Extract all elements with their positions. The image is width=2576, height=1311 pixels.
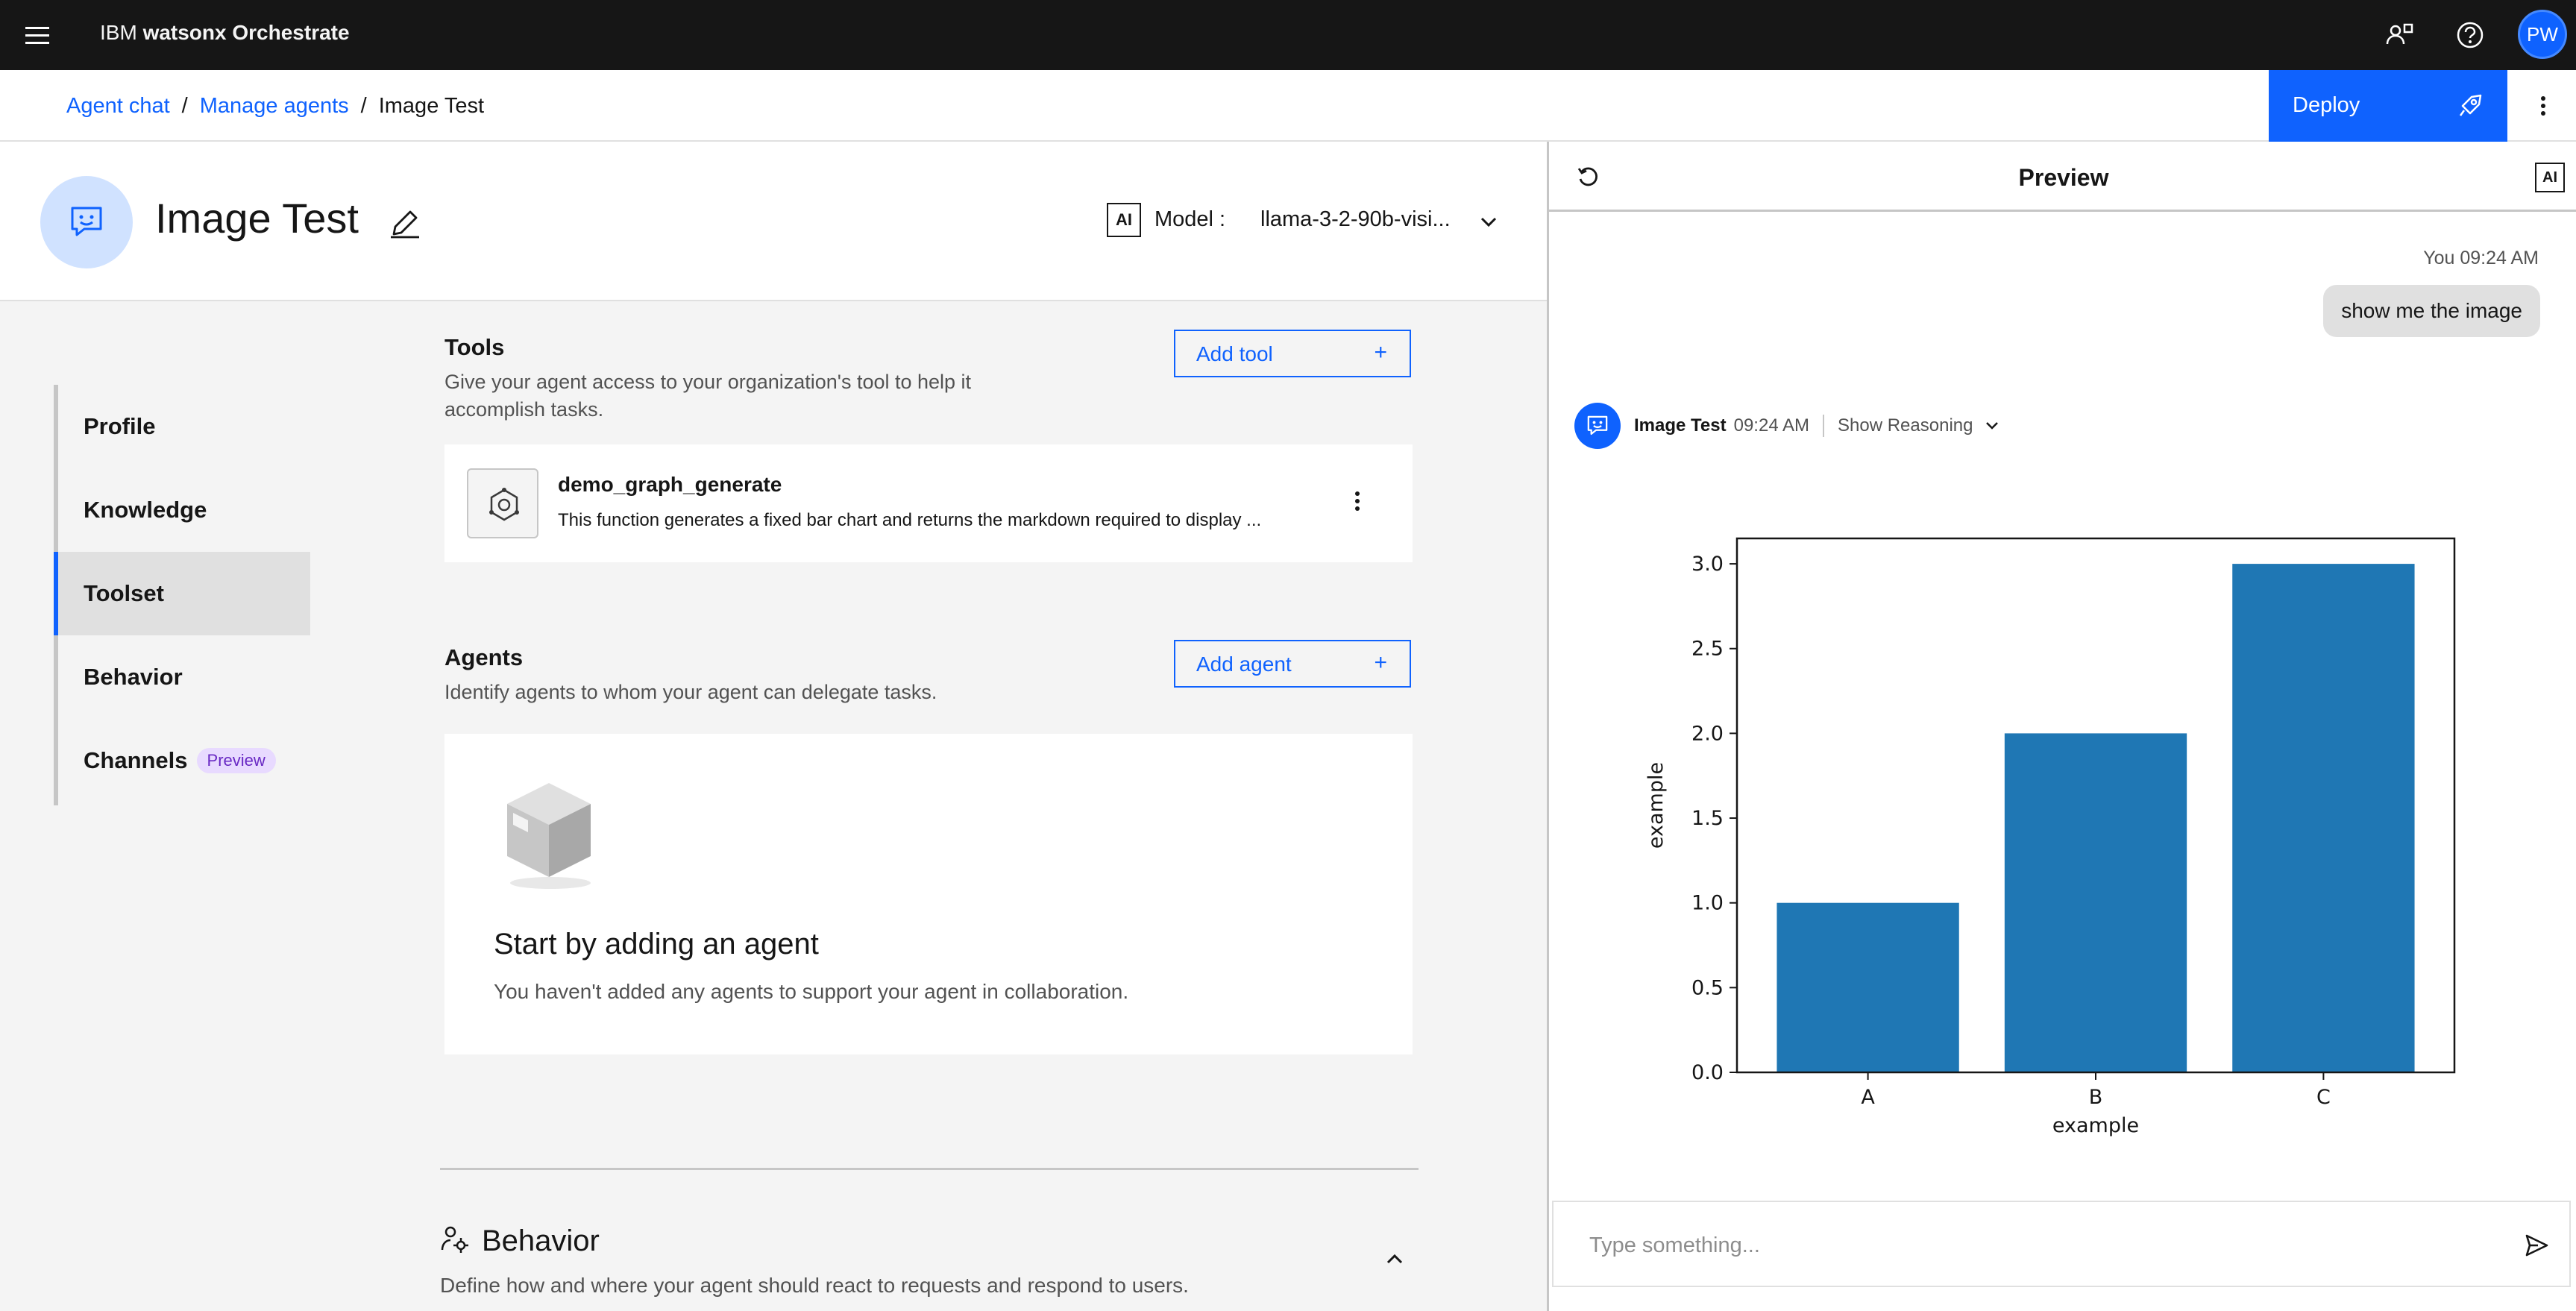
empty-box-icon xyxy=(503,779,595,890)
agents-empty-state: Start by adding an agent You haven't add… xyxy=(444,734,1413,1054)
tool-name: demo_graph_generate xyxy=(558,473,782,496)
nav-item-toolset[interactable]: Toolset xyxy=(54,552,310,635)
breadcrumb-manage-agents[interactable]: Manage agents xyxy=(200,94,349,118)
nav-item-label: Knowledge xyxy=(84,497,207,523)
chat-input[interactable] xyxy=(1589,1227,2469,1263)
y-tick-label: 1.5 xyxy=(1691,807,1724,830)
tool-description: This function generates a fixed bar char… xyxy=(558,510,1262,530)
top-navigation-bar: IBM watsonx Orchestrate PW xyxy=(0,0,2576,70)
nav-item-profile[interactable]: Profile xyxy=(58,385,310,468)
y-tick-label: 2.0 xyxy=(1691,722,1724,745)
bar-C xyxy=(2232,564,2415,1072)
y-tick-label: 1.0 xyxy=(1691,892,1724,915)
preview-title: Preview xyxy=(2018,164,2109,191)
app-brand[interactable]: IBM watsonx Orchestrate xyxy=(100,21,350,45)
y-tick-label: 3.0 xyxy=(1691,553,1724,576)
menu-icon[interactable] xyxy=(22,21,52,51)
send-icon[interactable] xyxy=(2523,1232,2550,1259)
deploy-label: Deploy xyxy=(2293,93,2360,117)
agent-header: Image Test AI Model : llama-3-2-90b-visi… xyxy=(0,142,1547,301)
agents-description: Identify agents to whom your agent can d… xyxy=(444,681,937,703)
breadcrumb-bar: Agent chat / Manage agents / Image Test Depl… xyxy=(0,70,2576,142)
x-tick-label: A xyxy=(1861,1086,1875,1109)
bar-chart: 0.0 0.5 1.0 1.5 2.0 2.5 3.0 A B Cexample example xyxy=(1644,537,2456,1137)
y-tick-label: 2.5 xyxy=(1691,638,1724,661)
bot-name: Image Test xyxy=(1634,415,1727,436)
user-message-meta: You 09:24 AM xyxy=(2423,248,2539,268)
chevron-up-icon[interactable] xyxy=(1383,1247,1407,1271)
brand-prefix: IBM xyxy=(100,21,137,44)
deploy-button[interactable]: Deploy xyxy=(2269,70,2507,142)
add-agent-button[interactable]: Add agent + xyxy=(1174,640,1411,688)
breadcrumb-current: Image Test xyxy=(378,94,485,118)
chat-bot-icon xyxy=(71,207,102,236)
preview-header: Preview AI xyxy=(1549,142,2576,212)
x-axis-label: example xyxy=(2052,1114,2139,1137)
bot-avatar xyxy=(1574,403,1621,449)
chat-bot-icon xyxy=(1587,415,1608,435)
tools-description: Give your agent access to your organizat… xyxy=(444,371,972,421)
agent-side-nav: Profile Knowledge Toolset Behavior Chann… xyxy=(54,385,310,805)
empty-state-description: You haven't added any agents to support … xyxy=(494,980,1129,1003)
nav-item-channels[interactable]: Channels Preview xyxy=(58,719,310,802)
add-icon: + xyxy=(1374,650,1387,675)
meta-separator xyxy=(1823,415,1825,437)
x-tick-label: B xyxy=(2089,1086,2103,1109)
breadcrumb-agent-chat[interactable]: Agent chat xyxy=(66,94,170,118)
breadcrumb: Agent chat / Manage agents / Image Test xyxy=(66,94,484,119)
agent-title: Image Test xyxy=(155,195,359,242)
section-divider xyxy=(440,1168,1419,1170)
nav-item-label: Profile xyxy=(84,413,156,439)
user-message: show me the image xyxy=(2323,285,2540,337)
bar-chart-image: 0.0 0.5 1.0 1.5 2.0 2.5 3.0 A B Cexample example xyxy=(1624,477,2548,1156)
add-tool-button[interactable]: Add tool + xyxy=(1174,330,1411,377)
nav-item-label: Channels xyxy=(84,747,188,773)
bot-time: 09:24 AM xyxy=(1733,415,1810,436)
edit-icon[interactable] xyxy=(388,206,422,240)
model-label: Model : xyxy=(1155,207,1226,231)
empty-state-title: Start by adding an agent xyxy=(494,928,819,961)
brand-name: watsonx Orchestrate xyxy=(142,21,350,44)
add-icon: + xyxy=(1374,340,1387,365)
breadcrumb-separator: / xyxy=(181,94,188,118)
y-tick-label: 0.0 xyxy=(1691,1061,1724,1084)
nav-item-behavior[interactable]: Behavior xyxy=(58,635,310,719)
add-agent-label: Add agent xyxy=(1196,653,1292,676)
chevron-down-icon[interactable] xyxy=(1983,417,2001,435)
bar-B xyxy=(2004,733,2187,1072)
ai-badge[interactable]: AI xyxy=(2535,163,2565,192)
help-icon[interactable] xyxy=(2454,19,2487,51)
x-tick-label: C xyxy=(2316,1086,2331,1109)
user-avatar[interactable]: PW xyxy=(2518,10,2567,59)
behavior-section-title: Behavior xyxy=(482,1224,600,1257)
rocket-icon xyxy=(2459,94,2482,116)
model-select[interactable]: llama-3-2-90b-visi... xyxy=(1260,207,1451,232)
preview-panel: Preview AI You 09:24 AM show me the imag… xyxy=(1547,142,2576,1311)
nav-item-label: Behavior xyxy=(84,664,183,690)
agent-avatar xyxy=(40,176,133,268)
ai-badge: AI xyxy=(1107,203,1141,237)
behavior-icon xyxy=(440,1224,470,1254)
tool-icon xyxy=(467,468,538,538)
chat-input-box xyxy=(1552,1201,2571,1287)
agents-title: Agents xyxy=(444,644,524,670)
bar-A xyxy=(1777,902,1959,1072)
tool-overflow-menu-icon[interactable] xyxy=(1348,488,1366,515)
behavior-section-description: Define how and where your agent should r… xyxy=(440,1274,1189,1297)
add-tool-label: Add tool xyxy=(1196,342,1273,365)
chevron-down-icon[interactable] xyxy=(1477,210,1501,234)
breadcrumb-separator: / xyxy=(360,94,367,118)
bot-message-meta: Image Test 09:24 AM Show Reasoning xyxy=(1634,415,2001,437)
user-switch-icon[interactable] xyxy=(2384,19,2416,51)
nav-item-knowledge[interactable]: Knowledge xyxy=(58,468,310,552)
preview-tag: Preview xyxy=(196,748,276,773)
overflow-menu-icon[interactable] xyxy=(2528,89,2558,122)
tools-title: Tools xyxy=(444,334,505,360)
y-axis-label: example xyxy=(1644,762,1668,849)
y-tick-label: 0.5 xyxy=(1691,976,1724,999)
nav-item-label: Toolset xyxy=(84,580,164,606)
show-reasoning-toggle[interactable]: Show Reasoning xyxy=(1838,415,1973,436)
tool-card[interactable]: demo_graph_generate This function genera… xyxy=(444,444,1413,562)
